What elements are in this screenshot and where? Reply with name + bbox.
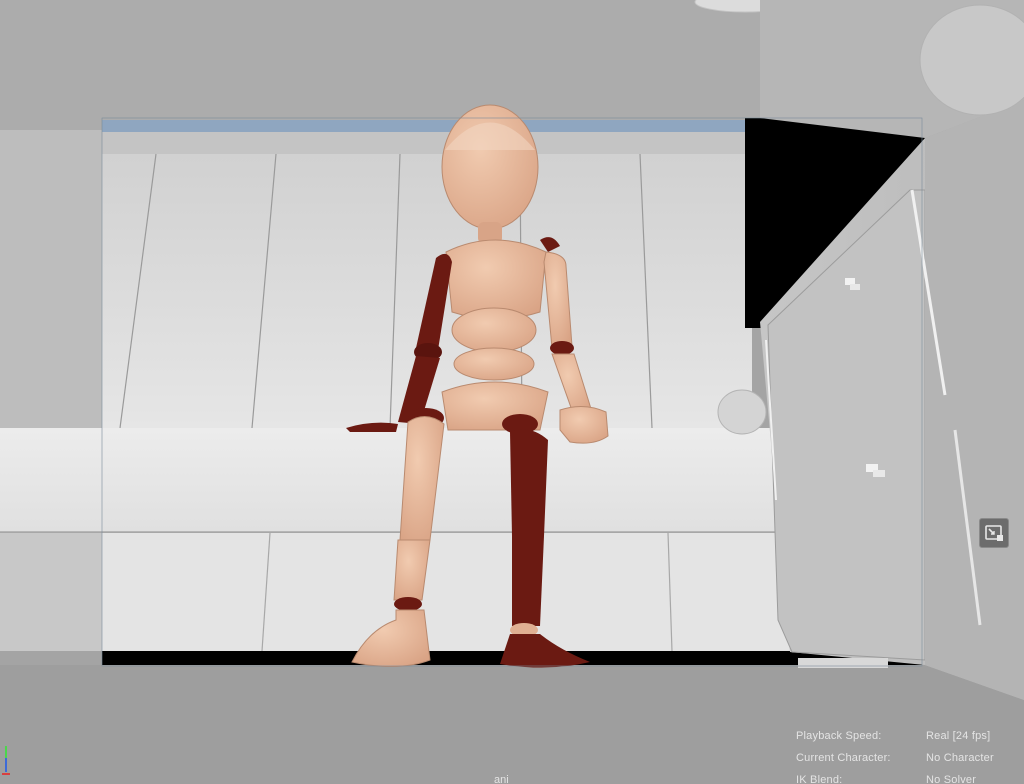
wall-top-trim [102,132,752,154]
mannequin-right-hand [559,406,609,444]
floor-object [717,389,767,435]
view-axis-gizmo-icon [2,746,10,775]
bench-top [0,428,790,532]
mannequin-right-shin [512,536,544,626]
camera-name-label: ani [494,774,509,784]
ik-blend-value: No Solver [926,774,977,784]
current-character-label: Current Character: [796,752,891,764]
ik-blend-label: IK Blend: [796,774,843,784]
3d-viewport[interactable]: Playback Speed: Real [24 fps] Current Ch… [0,0,1024,784]
wall-top-strip [102,120,752,132]
mannequin-chest [445,239,547,320]
playback-speed-value: Real [24 fps] [926,730,991,742]
current-character-value: No Character [926,752,994,764]
bench-front-left [0,533,102,651]
cabinet-side [925,100,1024,700]
playback-speed-label: Playback Speed: [796,730,882,742]
resolution-gate-button[interactable] [979,518,1009,548]
mannequin-right-thigh [510,429,548,536]
bench-front [102,533,792,651]
scene-render[interactable] [0,0,1024,784]
resolution-gate-icon [985,525,1003,541]
floor [0,665,1024,784]
